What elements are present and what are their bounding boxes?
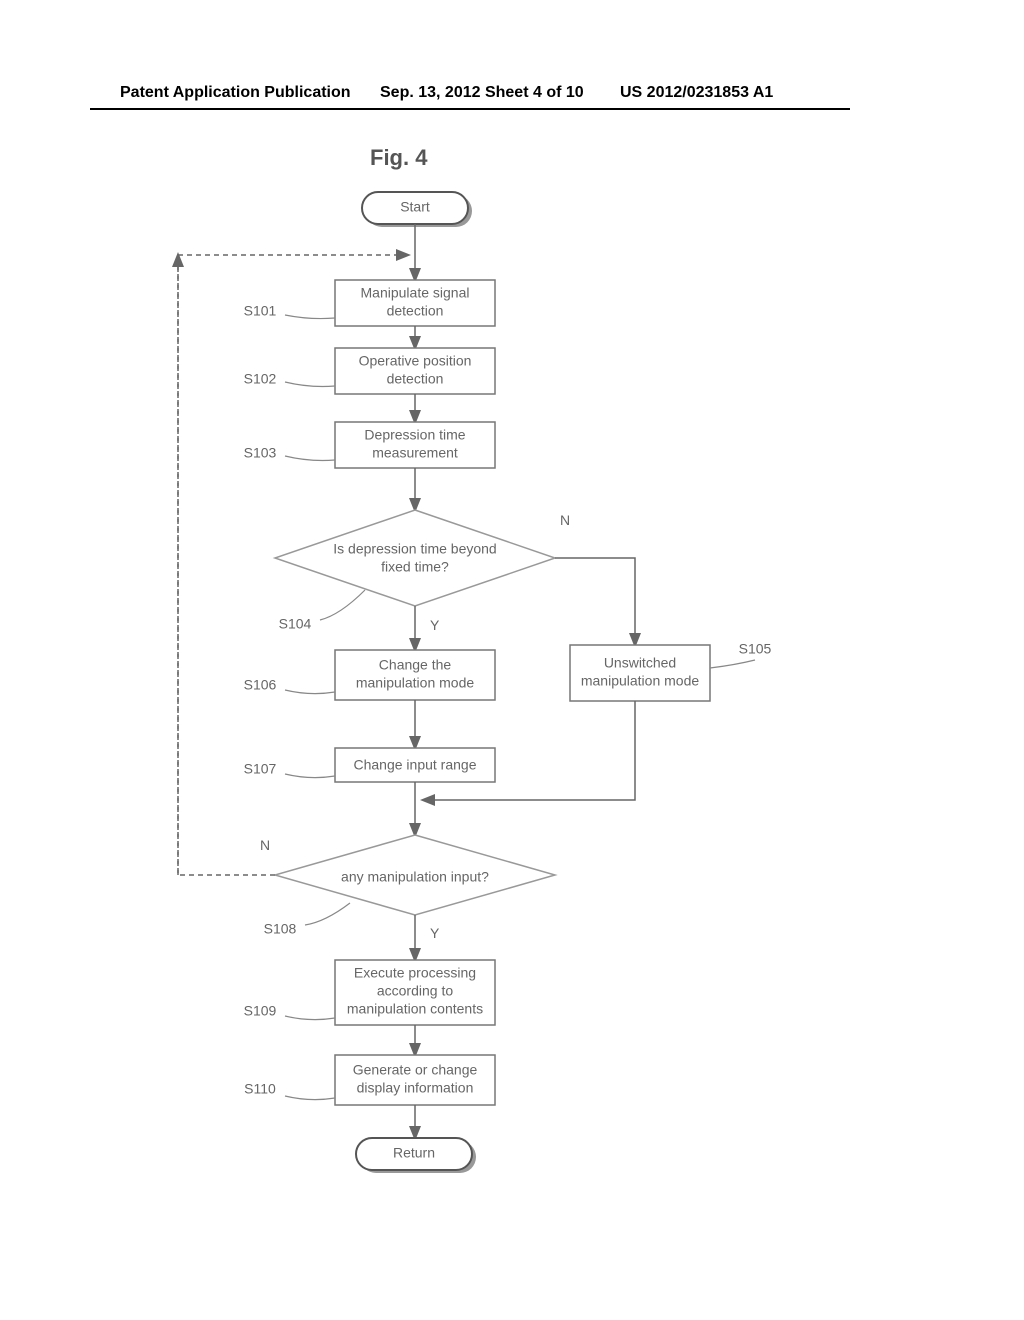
header-right: US 2012/0231853 A1: [620, 84, 773, 102]
s104-leader: [320, 590, 365, 620]
s102-text2: detection: [387, 371, 444, 387]
s109-text3: manipulation contents: [347, 1001, 483, 1017]
s101-leader: [285, 315, 335, 319]
s105-label: S105: [739, 641, 772, 657]
s107-leader: [285, 774, 335, 778]
arrow-s104-s105: [555, 558, 635, 645]
s104-text1: Is depression time beyond: [333, 541, 496, 557]
s106-text1: Change the: [379, 657, 452, 673]
s103-text2: measurement: [372, 445, 458, 461]
s104-n: N: [560, 512, 570, 528]
s101-text1: Manipulate signal: [361, 285, 470, 301]
s101-label: S101: [244, 303, 277, 319]
s103-text1: Depression time: [364, 427, 465, 443]
s107-label: S107: [244, 761, 277, 777]
s108-label: S108: [264, 921, 297, 937]
s107-text: Change input range: [354, 757, 477, 773]
s105-leader: [710, 660, 755, 668]
return-label: Return: [393, 1145, 435, 1161]
s110-leader: [285, 1096, 335, 1100]
s110-text2: display information: [357, 1080, 474, 1096]
s110-label: S110: [244, 1081, 276, 1097]
s104-label: S104: [279, 616, 312, 632]
figure-title: Fig. 4: [370, 145, 427, 171]
s109-text2: according to: [377, 983, 453, 999]
s108-text: any manipulation input?: [341, 869, 489, 885]
feedback-out: [178, 255, 275, 875]
s101-text2: detection: [387, 303, 444, 319]
s108-n: N: [260, 837, 270, 853]
s109-label: S109: [244, 1003, 277, 1019]
s105-text1: Unswitched: [604, 655, 676, 671]
s108-leader: [305, 903, 350, 925]
header-left: Patent Application Publication: [120, 84, 351, 102]
s104-y: Y: [430, 617, 440, 633]
flowchart: Start Manipulate signal detection S101 O…: [140, 190, 790, 1250]
s104-text2: fixed time?: [381, 559, 449, 575]
s109-leader: [285, 1016, 335, 1020]
header-center: Sep. 13, 2012 Sheet 4 of 10: [380, 84, 584, 102]
s106-text2: manipulation mode: [356, 675, 475, 691]
s109-text1: Execute processing: [354, 965, 476, 981]
s108-y: Y: [430, 925, 440, 941]
s102-label: S102: [244, 371, 277, 387]
s110-text1: Generate or change: [353, 1062, 478, 1078]
s102-text1: Operative position: [359, 353, 472, 369]
header-divider: [90, 108, 850, 110]
s105-text2: manipulation mode: [581, 673, 700, 689]
s106-leader: [285, 690, 335, 694]
s102-leader: [285, 382, 335, 387]
s103-leader: [285, 456, 335, 461]
s103-label: S103: [244, 445, 277, 461]
s106-label: S106: [244, 677, 277, 693]
start-label: Start: [400, 199, 430, 215]
